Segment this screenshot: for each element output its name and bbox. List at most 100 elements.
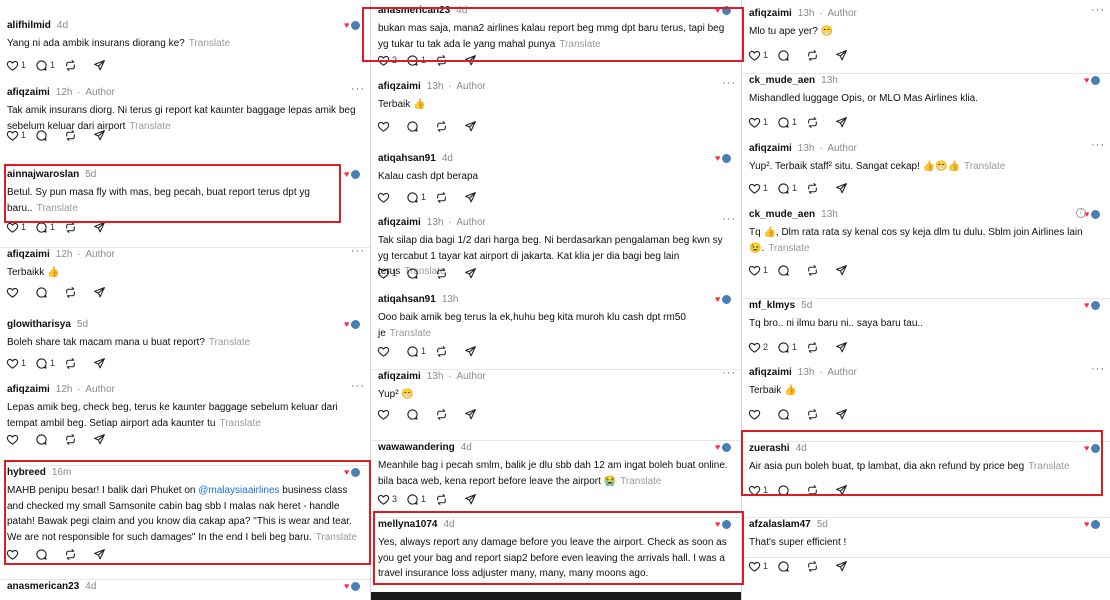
username[interactable]: afiqzaimi	[7, 249, 50, 260]
reply-button[interactable]	[406, 267, 426, 280]
reply-button[interactable]	[35, 548, 55, 561]
reply-button[interactable]	[35, 433, 55, 446]
like-button[interactable]	[377, 120, 397, 133]
repost-button[interactable]	[435, 493, 455, 506]
reply-button[interactable]: 1	[406, 191, 426, 204]
like-button[interactable]: 1	[748, 264, 768, 277]
reply-button[interactable]: 1	[777, 116, 797, 129]
like-button[interactable]	[6, 548, 26, 561]
translate-link[interactable]: Translate	[964, 161, 1005, 172]
like-button[interactable]: 1	[6, 129, 26, 142]
reply-button[interactable]	[777, 484, 797, 497]
repost-button[interactable]	[64, 357, 84, 370]
share-button[interactable]	[835, 484, 848, 497]
translate-link[interactable]: Translate	[219, 418, 260, 429]
translate-link[interactable]: Translate	[390, 328, 431, 339]
reply-button[interactable]	[777, 560, 797, 573]
username[interactable]: afiqzaimi	[749, 143, 792, 154]
share-button[interactable]	[464, 191, 477, 204]
username[interactable]: ainnajwaroslan	[7, 169, 79, 180]
share-button[interactable]	[835, 116, 848, 129]
like-button[interactable]	[377, 345, 397, 358]
repost-button[interactable]	[435, 191, 455, 204]
share-button[interactable]	[93, 59, 106, 72]
username[interactable]: hybreed	[7, 467, 46, 478]
like-button[interactable]: 1	[748, 484, 768, 497]
share-button[interactable]	[93, 221, 106, 234]
share-button[interactable]	[835, 560, 848, 573]
repost-button[interactable]	[435, 120, 455, 133]
more-options-icon[interactable]: ···	[351, 83, 365, 95]
username[interactable]: afiqzaimi	[7, 87, 50, 98]
like-button[interactable]: 1	[6, 357, 26, 370]
share-button[interactable]	[93, 548, 106, 561]
share-button[interactable]	[464, 493, 477, 506]
username[interactable]: zuerashi	[749, 443, 790, 454]
share-button[interactable]	[464, 120, 477, 133]
like-button[interactable]: 2	[748, 341, 768, 354]
reply-button[interactable]: 1	[777, 341, 797, 354]
repost-button[interactable]	[435, 345, 455, 358]
more-options-icon[interactable]: ···	[1091, 139, 1105, 151]
more-options-icon[interactable]: ···	[1091, 4, 1105, 16]
share-button[interactable]	[835, 182, 848, 195]
repost-button[interactable]	[64, 433, 84, 446]
share-button[interactable]	[835, 341, 848, 354]
like-button[interactable]	[6, 286, 26, 299]
like-button[interactable]: 1	[6, 221, 26, 234]
reply-button[interactable]	[777, 264, 797, 277]
repost-button[interactable]	[806, 264, 826, 277]
like-button[interactable]: 1	[377, 267, 397, 280]
reply-button[interactable]: 1	[777, 182, 797, 195]
username[interactable]: afiqzaimi	[378, 217, 421, 228]
repost-button[interactable]	[806, 341, 826, 354]
username[interactable]: ck_mude_aen	[749, 209, 815, 220]
like-button[interactable]: 2	[377, 54, 397, 67]
translate-link[interactable]: Translate	[620, 476, 661, 487]
reply-button[interactable]	[35, 286, 55, 299]
share-button[interactable]	[464, 408, 477, 421]
username[interactable]: mellyna1074	[378, 519, 438, 530]
reply-button[interactable]	[777, 49, 797, 62]
like-button[interactable]: 1	[6, 59, 26, 72]
share-button[interactable]	[835, 49, 848, 62]
like-button[interactable]: 1	[748, 116, 768, 129]
username[interactable]: afiqzaimi	[378, 371, 421, 382]
repost-button[interactable]	[435, 408, 455, 421]
more-options-icon[interactable]: ···	[351, 380, 365, 392]
username[interactable]: alifhilmid	[7, 20, 51, 31]
more-options-icon[interactable]: ···	[351, 245, 365, 257]
repost-button[interactable]	[64, 548, 84, 561]
reply-button[interactable]: 1	[406, 54, 426, 67]
username[interactable]: afiqzaimi	[378, 81, 421, 92]
more-options-icon[interactable]: ···	[722, 367, 736, 379]
repost-button[interactable]	[806, 116, 826, 129]
like-button[interactable]: 1	[748, 182, 768, 195]
username[interactable]: wawawandering	[378, 442, 455, 453]
translate-link[interactable]: Translate	[316, 532, 357, 543]
repost-button[interactable]	[435, 54, 455, 67]
translate-link[interactable]: Translate	[768, 243, 809, 254]
like-button[interactable]: 1	[748, 49, 768, 62]
share-button[interactable]	[464, 267, 477, 280]
username[interactable]: atiqahsan91	[378, 294, 436, 305]
repost-button[interactable]	[806, 49, 826, 62]
share-button[interactable]	[93, 286, 106, 299]
reply-button[interactable]: 1	[406, 345, 426, 358]
translate-link[interactable]: Translate	[209, 337, 250, 348]
share-button[interactable]	[93, 357, 106, 370]
more-options-icon[interactable]: ···	[1091, 363, 1105, 375]
translate-link[interactable]: Translate	[37, 203, 78, 214]
repost-button[interactable]	[64, 286, 84, 299]
repost-button[interactable]	[435, 267, 455, 280]
username[interactable]: ck_mude_aen	[749, 75, 815, 86]
like-button[interactable]	[377, 191, 397, 204]
share-button[interactable]	[464, 54, 477, 67]
username[interactable]: atiqahsan91	[378, 153, 436, 164]
like-button[interactable]	[6, 433, 26, 446]
like-button[interactable]: 3	[377, 493, 397, 506]
reply-button[interactable]: 1	[406, 493, 426, 506]
reply-button[interactable]	[777, 408, 797, 421]
username[interactable]: afiqzaimi	[749, 8, 792, 19]
reply-button[interactable]: 1	[35, 357, 55, 370]
